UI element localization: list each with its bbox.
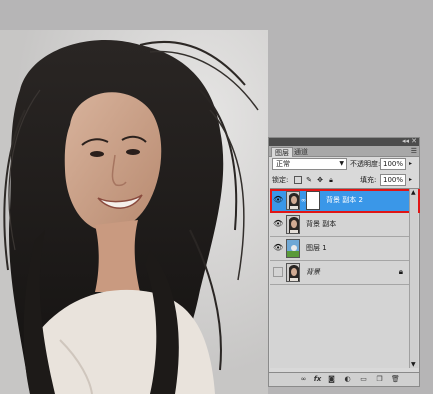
layer-name: 背景 <box>306 268 320 276</box>
new-layer-icon[interactable]: ❐ <box>375 375 384 384</box>
fill-label: 填充: <box>360 176 377 184</box>
layer-mask-thumbnail[interactable] <box>306 191 320 210</box>
opacity-label: 不透明度: <box>350 160 381 168</box>
layer-thumbnail <box>286 263 300 282</box>
layer-thumbnail <box>286 215 300 234</box>
scroll-up-icon[interactable]: ▲ <box>411 189 416 196</box>
fill-slider-arrow-icon[interactable]: ▸ <box>409 175 412 185</box>
fill-field[interactable]: 100% <box>380 174 406 186</box>
chevron-down-icon: ▼ <box>339 160 344 167</box>
layer-name: 背景 副本 <box>306 220 337 228</box>
layer-name: 背景 副本 2 <box>326 196 363 204</box>
link-layers-icon[interactable]: ∞ <box>299 375 308 384</box>
layer-row-bg-copy[interactable]: 👁︎ 背景 副本 <box>270 213 409 237</box>
trash-icon[interactable]: 🗑︎ <box>391 375 400 384</box>
opacity-slider-arrow-icon[interactable]: ▸ <box>409 159 412 169</box>
adjustment-layer-icon[interactable]: ◐ <box>343 375 352 384</box>
layers-list: 👁︎ ∞ 背景 副本 2 👁︎ 背景 副本 👁︎ 图层 1 背景 🔒︎ <box>270 188 420 368</box>
close-icon[interactable]: ✕ <box>411 137 417 145</box>
lock-icon: 🔒︎ <box>398 267 403 276</box>
lock-all-icon[interactable]: 🔒︎ <box>327 176 335 184</box>
blend-row: 正常 ▼ 不透明度: 100% ▸ <box>272 158 418 171</box>
panel-menu-icon[interactable]: ☰ <box>411 147 417 156</box>
layer-thumbnail <box>286 239 300 258</box>
tab-channels[interactable]: 通道 <box>291 147 311 157</box>
link-icon[interactable]: ∞ <box>301 197 306 204</box>
layer-thumbnail <box>286 191 300 210</box>
eye-icon[interactable]: 👁︎ <box>273 243 283 253</box>
opacity-field[interactable]: 100% <box>380 158 406 170</box>
panel-tabs: 图层 通道 ☰ <box>269 146 419 157</box>
layer-row-layer-1[interactable]: 👁︎ 图层 1 <box>270 237 409 261</box>
lock-move-icon[interactable]: ✥ <box>316 176 324 184</box>
eye-icon[interactable]: 👁︎ <box>273 195 283 205</box>
panel-footer: ∞ fx ◙ ◐ ▭ ❐ 🗑︎ <box>269 372 419 386</box>
lock-row: 锁定: ✎ ✥ 🔒︎ 填充: 100% ▸ <box>272 174 418 187</box>
visibility-toggle[interactable] <box>273 267 283 277</box>
layer-row-background[interactable]: 背景 🔒︎ <box>270 261 409 285</box>
eye-icon[interactable]: 👁︎ <box>273 219 283 229</box>
lock-transparent-icon[interactable] <box>294 176 302 184</box>
lock-label: 锁定: <box>272 176 289 184</box>
layer-name: 图层 1 <box>306 244 327 252</box>
collapse-icon[interactable]: ◂◂ <box>402 137 409 145</box>
panel-title-bar[interactable]: ◂◂ ✕ <box>269 137 419 146</box>
blend-mode-select[interactable]: 正常 ▼ <box>272 158 347 170</box>
layers-scrollbar[interactable]: ▲ ▼ <box>409 189 418 368</box>
document-canvas-photo[interactable] <box>0 30 268 394</box>
scroll-down-icon[interactable]: ▼ <box>411 361 416 368</box>
tab-layers[interactable]: 图层 <box>271 147 293 157</box>
fx-icon[interactable]: fx <box>313 375 322 384</box>
layer-row-bg-copy-2[interactable]: 👁︎ ∞ 背景 副本 2 <box>270 189 409 213</box>
new-group-icon[interactable]: ▭ <box>359 375 368 384</box>
blend-mode-value: 正常 <box>276 160 290 168</box>
add-mask-icon[interactable]: ◙ <box>327 375 336 384</box>
lock-brush-icon[interactable]: ✎ <box>305 176 313 184</box>
layers-panel: ◂◂ ✕ 图层 通道 ☰ 正常 ▼ 不透明度: 100% ▸ 锁定: ✎ ✥ 🔒… <box>268 137 420 387</box>
